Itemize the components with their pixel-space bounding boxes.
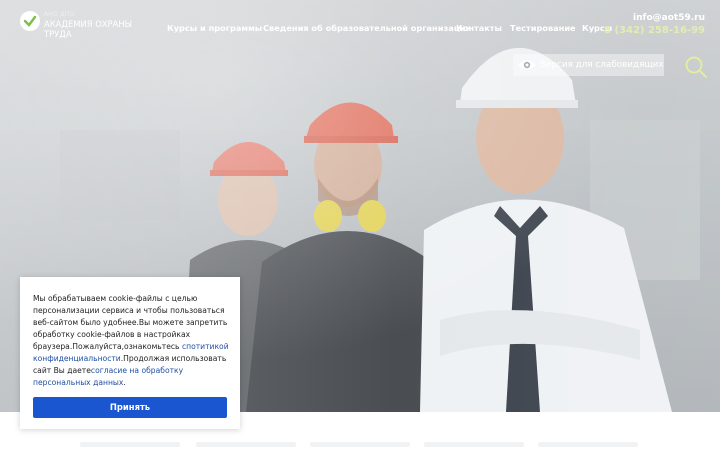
low-vision-version-button[interactable]: Версия для слабовидящих	[513, 54, 664, 76]
logo-subtitle: АНО ДПО	[44, 11, 75, 18]
cookie-text-part: .	[123, 378, 126, 387]
nav-courses-programs[interactable]: Курсы и программы	[167, 23, 262, 33]
site-header: АНО ДПО АКАДЕМИЯ ОХРАНЫ ТРУДА Курсы и пр…	[0, 0, 720, 48]
cookie-message: Мы обрабатываем cookie-файлы с целью пер…	[33, 293, 229, 389]
contact-phone[interactable]: 8 (342) 258-16-99	[604, 25, 705, 36]
placeholder-bar	[538, 442, 638, 447]
nav-testing[interactable]: Тестирование	[510, 23, 576, 33]
placeholder-bar	[310, 442, 410, 447]
check-icon	[20, 11, 40, 31]
placeholder-bar	[424, 442, 524, 447]
nav-organization-info[interactable]: Сведения об образовательной организации	[263, 23, 471, 33]
placeholder-bar	[80, 442, 180, 447]
accept-cookies-button[interactable]: Принять	[33, 397, 227, 418]
cookie-consent-dialog: Мы обрабатываем cookie-файлы с целью пер…	[20, 277, 240, 429]
logo-title: АКАДЕМИЯ ОХРАНЫ ТРУДА	[44, 19, 133, 39]
eye-icon	[517, 58, 537, 81]
nav-contacts[interactable]: Контакты	[456, 23, 502, 33]
placeholder-bar	[196, 442, 296, 447]
contact-email[interactable]: info@aot59.ru	[633, 13, 705, 23]
low-vision-label: Версия для слабовидящих	[540, 60, 664, 70]
search-icon[interactable]	[684, 55, 708, 79]
site-logo[interactable]: АНО ДПО АКАДЕМИЯ ОХРАНЫ ТРУДА	[20, 10, 132, 40]
